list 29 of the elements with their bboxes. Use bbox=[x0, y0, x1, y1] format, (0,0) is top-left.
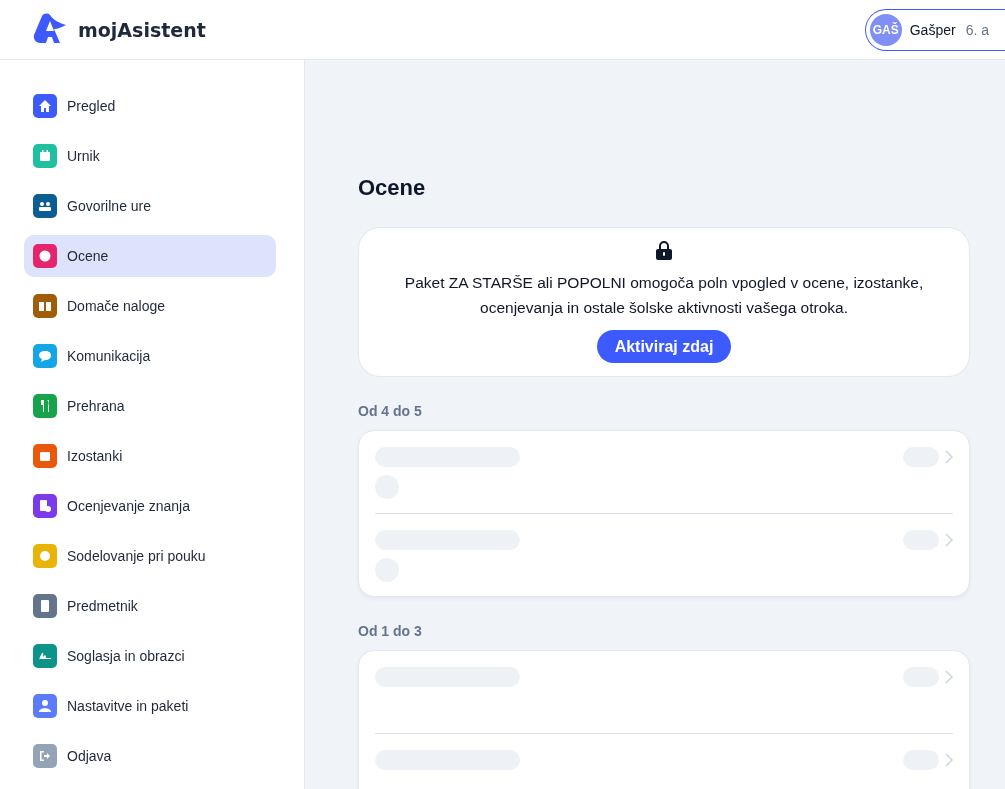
sidebar-item[interactable]: Predmetnik bbox=[24, 585, 276, 627]
sidebar-item[interactable]: Govorilne ure bbox=[24, 185, 276, 227]
sidebar-item[interactable]: Pregled bbox=[24, 85, 276, 127]
sidebar-item[interactable]: Ocene bbox=[24, 235, 276, 277]
chevron-icon[interactable] bbox=[945, 670, 953, 684]
sidebar-item[interactable]: Nastavitve in paketi bbox=[24, 685, 276, 727]
sidebar-item[interactable]: Domače naloge bbox=[24, 285, 276, 327]
sidebar-item[interactable]: Komunikacija bbox=[24, 335, 276, 377]
lock-icon bbox=[655, 240, 673, 260]
sidebar-item[interactable]: Sodelovanje pri pouku bbox=[24, 535, 276, 577]
group-title: Od 1 do 3 bbox=[358, 623, 423, 639]
activate-button[interactable]: Aktiviraj zdaj bbox=[596, 330, 732, 363]
app-name: mojAsistent bbox=[78, 18, 206, 41]
sidebar-item[interactable]: Odjava bbox=[24, 735, 276, 777]
avatar: GAŠ bbox=[869, 13, 902, 46]
sidebar-item[interactable]: Izostanki bbox=[24, 435, 276, 477]
page-title: Ocene bbox=[358, 175, 427, 201]
user-button[interactable]: GAŠ Gašper 6. a bbox=[864, 8, 1005, 51]
chevron-icon[interactable] bbox=[945, 753, 953, 767]
chevron-icon[interactable] bbox=[945, 450, 953, 464]
notice-text: Paket ZA STARŠE ali POPOLNI omogoča poln vpogled v ocene, izostanke, ocenjevanja in ostale šolske aktivnosti vašega otroka. bbox=[403, 273, 925, 318]
sidebar-item[interactable]: Urnik bbox=[24, 135, 276, 177]
sidebar-item[interactable]: Ocenjevanje znanja bbox=[24, 485, 276, 527]
sidebar-item[interactable]: Soglasja in obrazci bbox=[24, 635, 276, 677]
group-title: Od 4 do 5 bbox=[358, 403, 423, 419]
user-class: 6. a bbox=[965, 21, 989, 38]
sidebar-item[interactable]: Prehrana bbox=[24, 385, 276, 427]
user-name: Gašper bbox=[909, 21, 956, 38]
chevron-icon[interactable] bbox=[945, 533, 953, 547]
